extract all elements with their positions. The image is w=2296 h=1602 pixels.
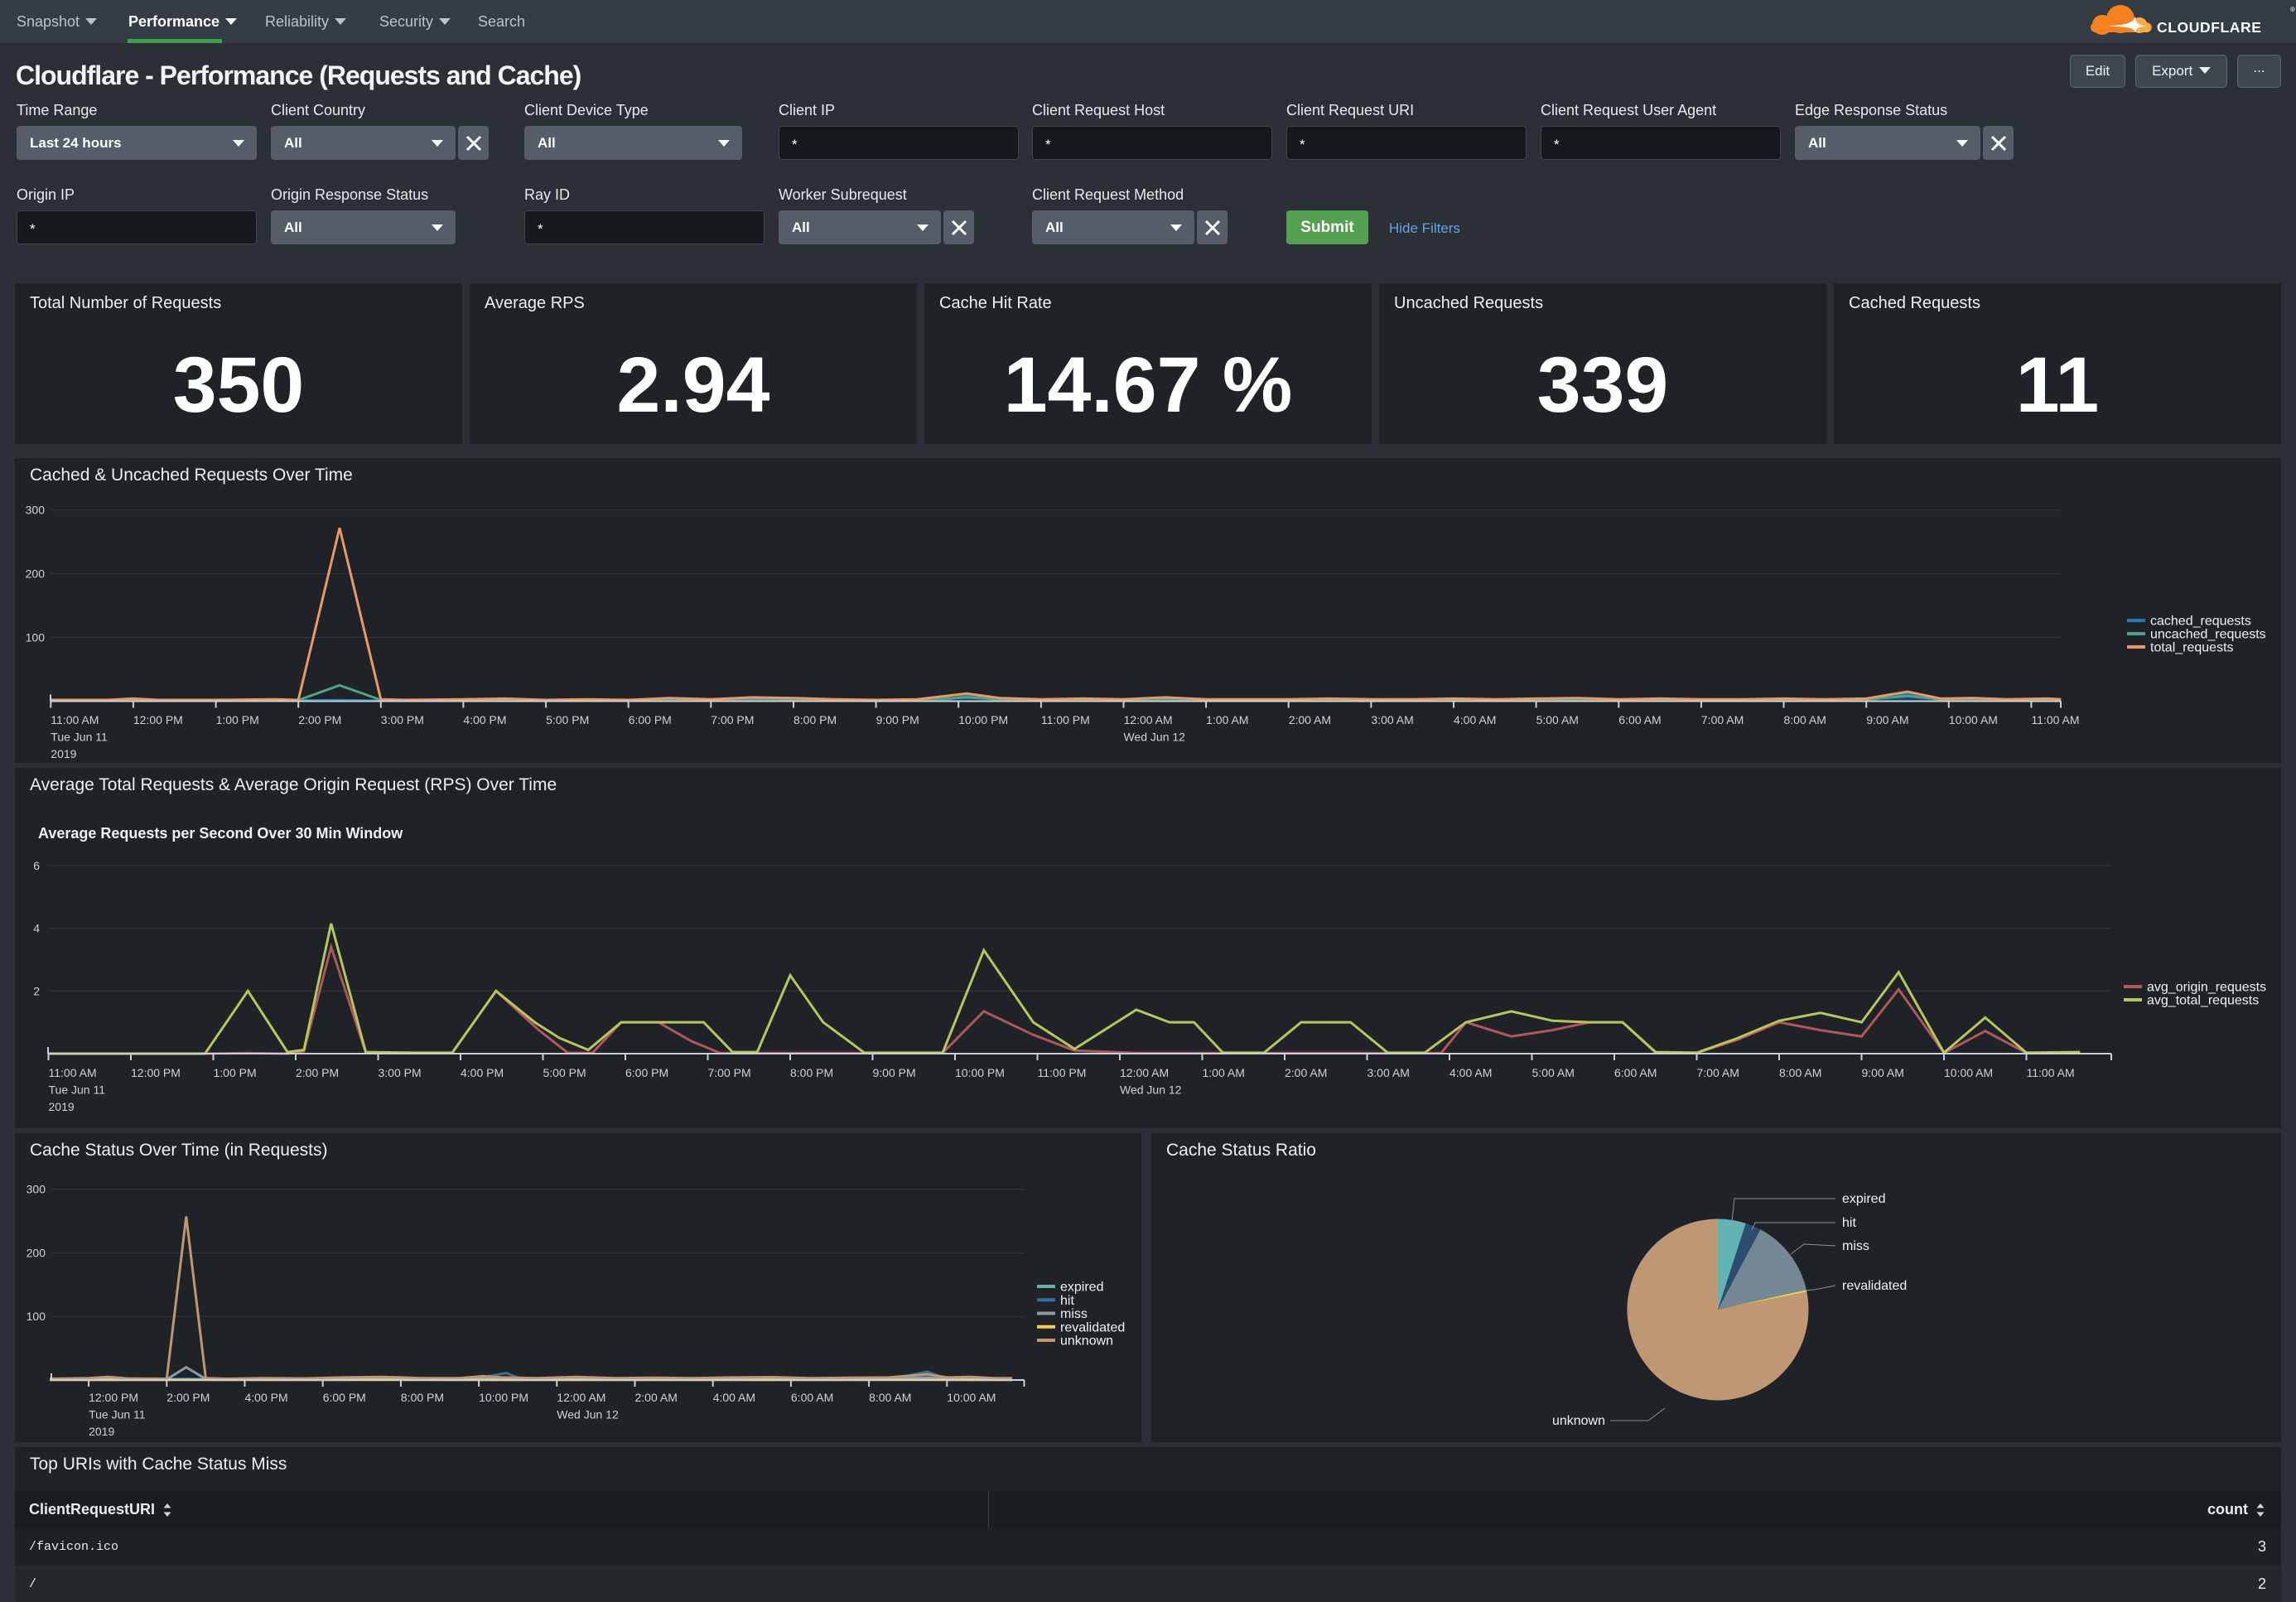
svg-text:2019: 2019 xyxy=(49,1100,75,1113)
svg-text:unknown: unknown xyxy=(1060,1334,1113,1349)
svg-text:300: 300 xyxy=(26,504,46,517)
svg-text:CLOUDFLARE: CLOUDFLARE xyxy=(2157,19,2262,36)
svg-text:Wed Jun 12: Wed Jun 12 xyxy=(1124,731,1186,744)
svg-text:2:00 AM: 2:00 AM xyxy=(635,1391,678,1404)
svg-text:2:00 AM: 2:00 AM xyxy=(1289,713,1331,726)
svg-text:4:00 PM: 4:00 PM xyxy=(245,1391,288,1404)
svg-text:Tue Jun 11: Tue Jun 11 xyxy=(89,1408,146,1421)
svg-text:6:00 PM: 6:00 PM xyxy=(629,713,672,726)
svg-text:8:00 AM: 8:00 AM xyxy=(1779,1066,1821,1079)
svg-text:12:00 AM: 12:00 AM xyxy=(557,1391,605,1404)
svg-text:10:00 PM: 10:00 PM xyxy=(955,1066,1005,1079)
svg-text:11:00 AM: 11:00 AM xyxy=(49,1066,97,1079)
svg-text:hit: hit xyxy=(1842,1216,1856,1230)
svg-text:7:00 PM: 7:00 PM xyxy=(708,1066,751,1079)
svg-text:4:00 PM: 4:00 PM xyxy=(461,1066,504,1079)
svg-text:Wed Jun 12: Wed Jun 12 xyxy=(1120,1083,1182,1097)
svg-text:5:00 AM: 5:00 AM xyxy=(1536,713,1579,726)
svg-text:4:00 AM: 4:00 AM xyxy=(713,1391,755,1404)
svg-text:cached_requests: cached_requests xyxy=(2150,615,2251,629)
svg-text:12:00 PM: 12:00 PM xyxy=(89,1391,138,1404)
svg-text:200: 200 xyxy=(27,1246,46,1259)
svg-text:11:00 AM: 11:00 AM xyxy=(51,713,99,726)
svg-text:5:00 PM: 5:00 PM xyxy=(546,713,589,726)
svg-text:8:00 AM: 8:00 AM xyxy=(1784,713,1826,726)
svg-text:2019: 2019 xyxy=(89,1425,114,1438)
svg-text:revalidated: revalidated xyxy=(1060,1320,1125,1334)
svg-text:total_requests: total_requests xyxy=(2150,641,2234,655)
svg-text:2:00 PM: 2:00 PM xyxy=(296,1066,339,1079)
svg-text:hit: hit xyxy=(1060,1294,1074,1308)
svg-text:6:00 AM: 6:00 AM xyxy=(1614,1066,1657,1079)
svg-text:revalidated: revalidated xyxy=(1842,1279,1907,1293)
svg-text:7:00 AM: 7:00 AM xyxy=(1697,1066,1739,1079)
svg-text:11:00 PM: 11:00 PM xyxy=(1041,713,1090,726)
svg-text:Tue Jun 11: Tue Jun 11 xyxy=(51,731,108,744)
svg-text:4:00 AM: 4:00 AM xyxy=(1454,713,1496,726)
svg-text:®: ® xyxy=(2290,6,2295,13)
svg-text:1:00 PM: 1:00 PM xyxy=(214,1066,257,1079)
svg-text:11:00 AM: 11:00 AM xyxy=(2027,1066,2075,1079)
svg-text:expired: expired xyxy=(1060,1281,1103,1295)
svg-text:9:00 PM: 9:00 PM xyxy=(873,1066,916,1079)
svg-text:avg_total_requests: avg_total_requests xyxy=(2147,994,2259,1008)
svg-text:2019: 2019 xyxy=(51,747,76,760)
svg-text:6:00 AM: 6:00 AM xyxy=(1618,713,1661,726)
svg-text:9:00 PM: 9:00 PM xyxy=(876,713,919,726)
svg-text:8:00 PM: 8:00 PM xyxy=(790,1066,833,1079)
svg-text:3:00 AM: 3:00 AM xyxy=(1367,1066,1410,1079)
svg-text:7:00 AM: 7:00 AM xyxy=(1701,713,1744,726)
svg-text:6: 6 xyxy=(33,859,40,872)
svg-text:2:00 PM: 2:00 PM xyxy=(166,1391,210,1404)
svg-text:7:00 PM: 7:00 PM xyxy=(711,713,754,726)
svg-text:6:00 PM: 6:00 PM xyxy=(625,1066,668,1079)
svg-text:9:00 AM: 9:00 AM xyxy=(1866,713,1908,726)
svg-text:4:00 AM: 4:00 AM xyxy=(1449,1066,1492,1079)
svg-text:1:00 AM: 1:00 AM xyxy=(1206,713,1248,726)
svg-text:6:00 AM: 6:00 AM xyxy=(791,1391,833,1404)
svg-text:5:00 AM: 5:00 AM xyxy=(1532,1066,1575,1079)
svg-text:2:00 PM: 2:00 PM xyxy=(298,713,341,726)
svg-text:expired: expired xyxy=(1842,1192,1885,1206)
svg-text:100: 100 xyxy=(27,1310,46,1323)
svg-text:unknown: unknown xyxy=(1552,1414,1605,1428)
svg-text:uncached_requests: uncached_requests xyxy=(2150,628,2266,642)
svg-text:200: 200 xyxy=(26,567,46,581)
svg-text:10:00 AM: 10:00 AM xyxy=(947,1391,996,1404)
svg-text:6:00 PM: 6:00 PM xyxy=(323,1391,366,1404)
svg-text:3:00 AM: 3:00 AM xyxy=(1371,713,1413,726)
svg-text:12:00 AM: 12:00 AM xyxy=(1124,713,1173,726)
svg-text:1:00 AM: 1:00 AM xyxy=(1203,1066,1245,1079)
svg-text:12:00 PM: 12:00 PM xyxy=(131,1066,181,1079)
svg-text:miss: miss xyxy=(1842,1239,1869,1253)
svg-text:5:00 PM: 5:00 PM xyxy=(543,1066,586,1079)
svg-text:300: 300 xyxy=(27,1183,46,1196)
svg-text:11:00 PM: 11:00 PM xyxy=(1038,1066,1087,1079)
svg-text:3:00 PM: 3:00 PM xyxy=(379,1066,422,1079)
svg-text:12:00 PM: 12:00 PM xyxy=(133,713,183,726)
svg-text:3:00 PM: 3:00 PM xyxy=(381,713,424,726)
svg-text:9:00 AM: 9:00 AM xyxy=(1862,1066,1904,1079)
svg-text:Tue Jun 11: Tue Jun 11 xyxy=(49,1083,106,1097)
svg-text:avg_origin_requests: avg_origin_requests xyxy=(2147,981,2266,995)
svg-text:4: 4 xyxy=(33,922,40,935)
svg-text:miss: miss xyxy=(1060,1307,1088,1321)
svg-text:1:00 PM: 1:00 PM xyxy=(216,713,259,726)
svg-text:11:00 AM: 11:00 AM xyxy=(2031,713,2079,726)
svg-text:10:00 AM: 10:00 AM xyxy=(1949,713,1998,726)
svg-text:10:00 PM: 10:00 PM xyxy=(958,713,1008,726)
svg-text:2: 2 xyxy=(33,984,40,997)
svg-text:12:00 AM: 12:00 AM xyxy=(1120,1066,1169,1079)
svg-text:2:00 AM: 2:00 AM xyxy=(1285,1066,1327,1079)
svg-text:8:00 PM: 8:00 PM xyxy=(793,713,837,726)
svg-text:10:00 AM: 10:00 AM xyxy=(1944,1066,1993,1079)
svg-text:Wed Jun 12: Wed Jun 12 xyxy=(557,1408,619,1421)
svg-text:8:00 AM: 8:00 AM xyxy=(869,1391,911,1404)
svg-text:8:00 PM: 8:00 PM xyxy=(401,1391,444,1404)
svg-text:4:00 PM: 4:00 PM xyxy=(463,713,506,726)
svg-text:10:00 PM: 10:00 PM xyxy=(479,1391,528,1404)
svg-text:100: 100 xyxy=(26,631,46,644)
